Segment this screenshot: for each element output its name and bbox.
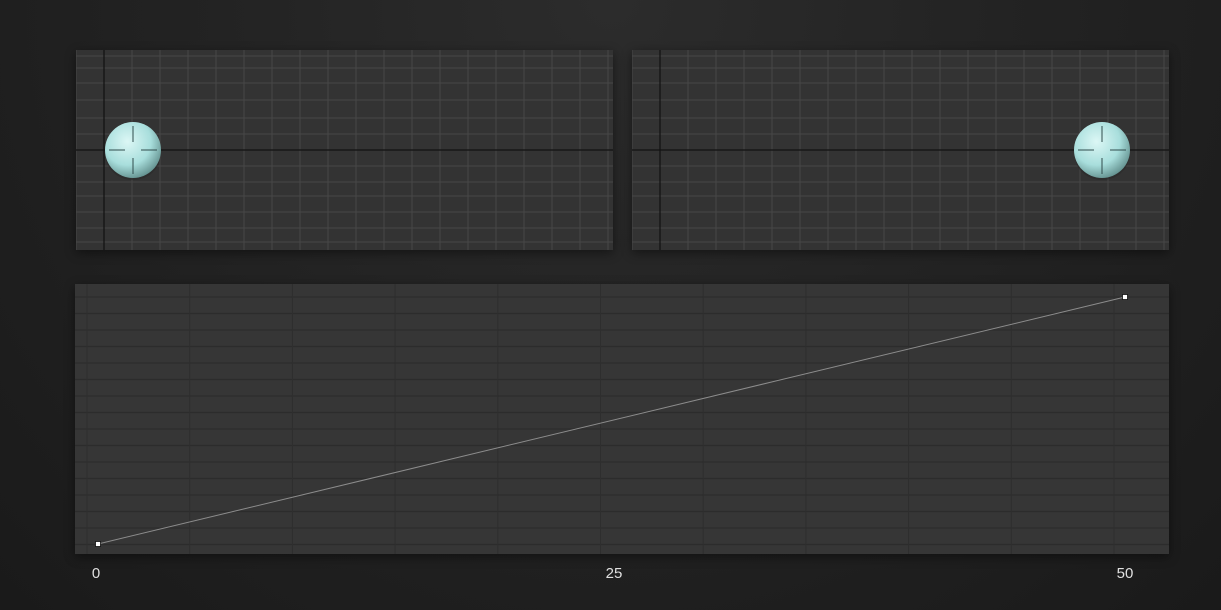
keyframe-marker [95,541,101,547]
curve-canvas [75,284,1169,554]
timeline-tick-label: 0 [91,565,101,582]
timeline-tick-label: 25 [605,565,623,582]
timeline-tick-label: 50 [1116,565,1134,582]
keyframe-marker [1122,294,1128,300]
animation-curve [97,296,1126,545]
end-frame-viewport[interactable] [632,50,1169,250]
viewport-canvas [76,50,613,250]
animation-curve-editor[interactable] [75,284,1169,554]
viewport-canvas [632,50,1169,250]
start-frame-viewport[interactable] [76,50,613,250]
